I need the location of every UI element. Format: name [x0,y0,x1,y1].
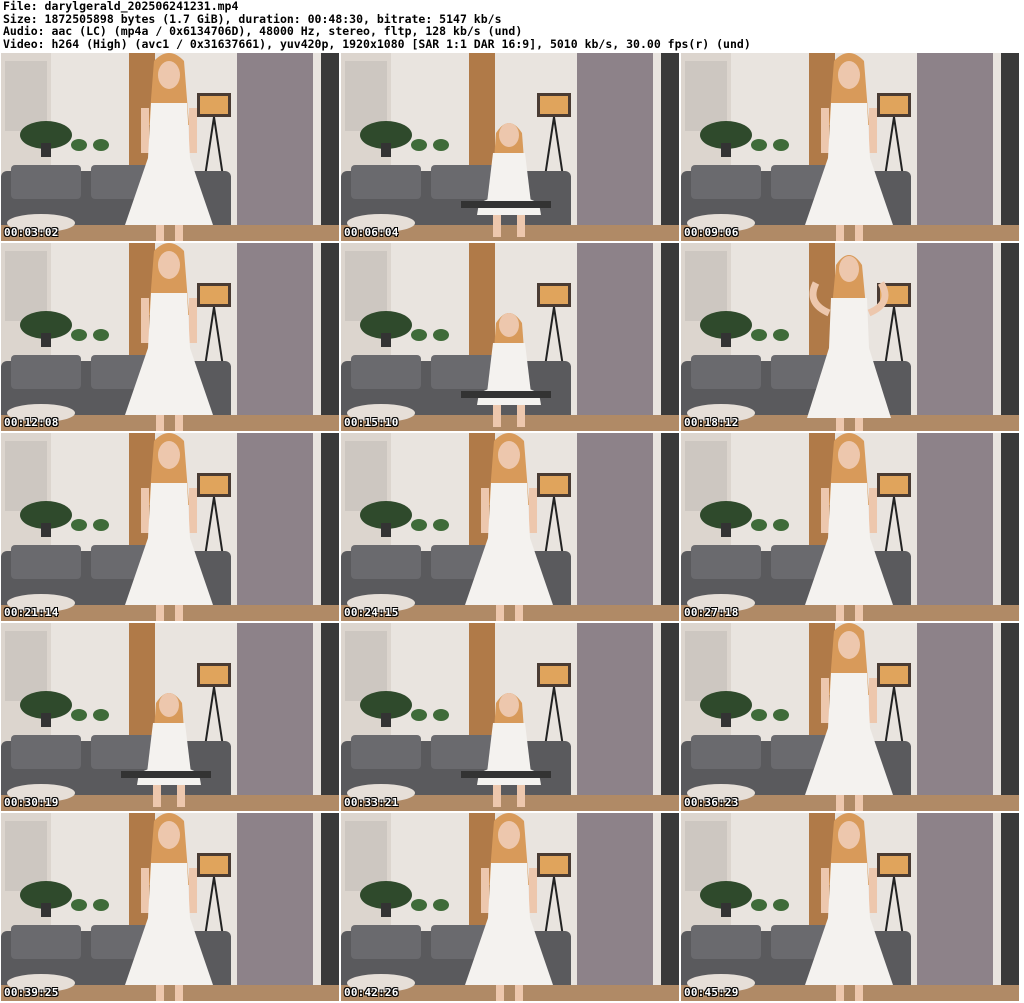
video-thumbnail: 00:18:12 [681,243,1019,431]
thumbnail-timestamp: 00:39:25 [4,986,59,999]
room-scene [681,53,1019,241]
room-scene [1,433,339,621]
room-scene [341,53,679,241]
video-thumbnail: 00:06:04 [341,53,679,241]
room-scene [681,813,1019,1001]
video-thumbnail: 00:24:15 [341,433,679,621]
video-thumbnail: 00:12:08 [1,243,339,431]
thumbnail-timestamp: 00:45:29 [684,986,739,999]
thumbnail-timestamp: 00:15:10 [344,416,399,429]
thumbnail-grid: 00:03:02 00:06:04 00:09:06 00:12:08 00:1… [1,53,1023,1003]
room-scene [681,623,1019,811]
video-thumbnail: 00:30:19 [1,623,339,811]
thumbnail-timestamp: 00:27:18 [684,606,739,619]
video-thumbnail: 00:21:14 [1,433,339,621]
video-thumbnail: 00:33:21 [341,623,679,811]
thumbnail-timestamp: 00:21:14 [4,606,59,619]
thumbnail-timestamp: 00:09:06 [684,226,739,239]
file-info-header: File: darylgerald_202506241231.mp4 Size:… [3,0,1021,50]
video-thumbnail: 00:45:29 [681,813,1019,1001]
room-scene [341,813,679,1001]
video-thumbnail: 00:36:23 [681,623,1019,811]
thumbnail-timestamp: 00:18:12 [684,416,739,429]
thumbnail-timestamp: 00:42:26 [344,986,399,999]
thumbnail-timestamp: 00:06:04 [344,226,399,239]
room-scene [341,243,679,431]
thumbnail-timestamp: 00:33:21 [344,796,399,809]
video-thumbnail: 00:27:18 [681,433,1019,621]
video-thumbnail: 00:09:06 [681,53,1019,241]
room-scene [341,433,679,621]
video-thumbnail: 00:15:10 [341,243,679,431]
video-thumbnail: 00:03:02 [1,53,339,241]
video-thumbnail: 00:42:26 [341,813,679,1001]
thumbnail-timestamp: 00:30:19 [4,796,59,809]
thumbnail-timestamp: 00:03:02 [4,226,59,239]
audio-info-line: Audio: aac (LC) (mp4a / 0x6134706D), 480… [3,24,523,39]
room-scene [1,243,339,431]
room-scene [1,813,339,1001]
room-scene [1,623,339,811]
video-info-line: Video: h264 (High) (avc1 / 0x31637661), … [3,36,751,51]
room-scene [341,623,679,811]
thumbnail-timestamp: 00:24:15 [344,606,399,619]
room-scene [1,53,339,241]
thumbnail-timestamp: 00:12:08 [4,416,59,429]
room-scene [681,243,1019,431]
video-thumbnail: 00:39:25 [1,813,339,1001]
file-name-line: File: darylgerald_202506241231.mp4 [3,0,239,13]
thumbnail-timestamp: 00:36:23 [684,796,739,809]
room-scene [681,433,1019,621]
